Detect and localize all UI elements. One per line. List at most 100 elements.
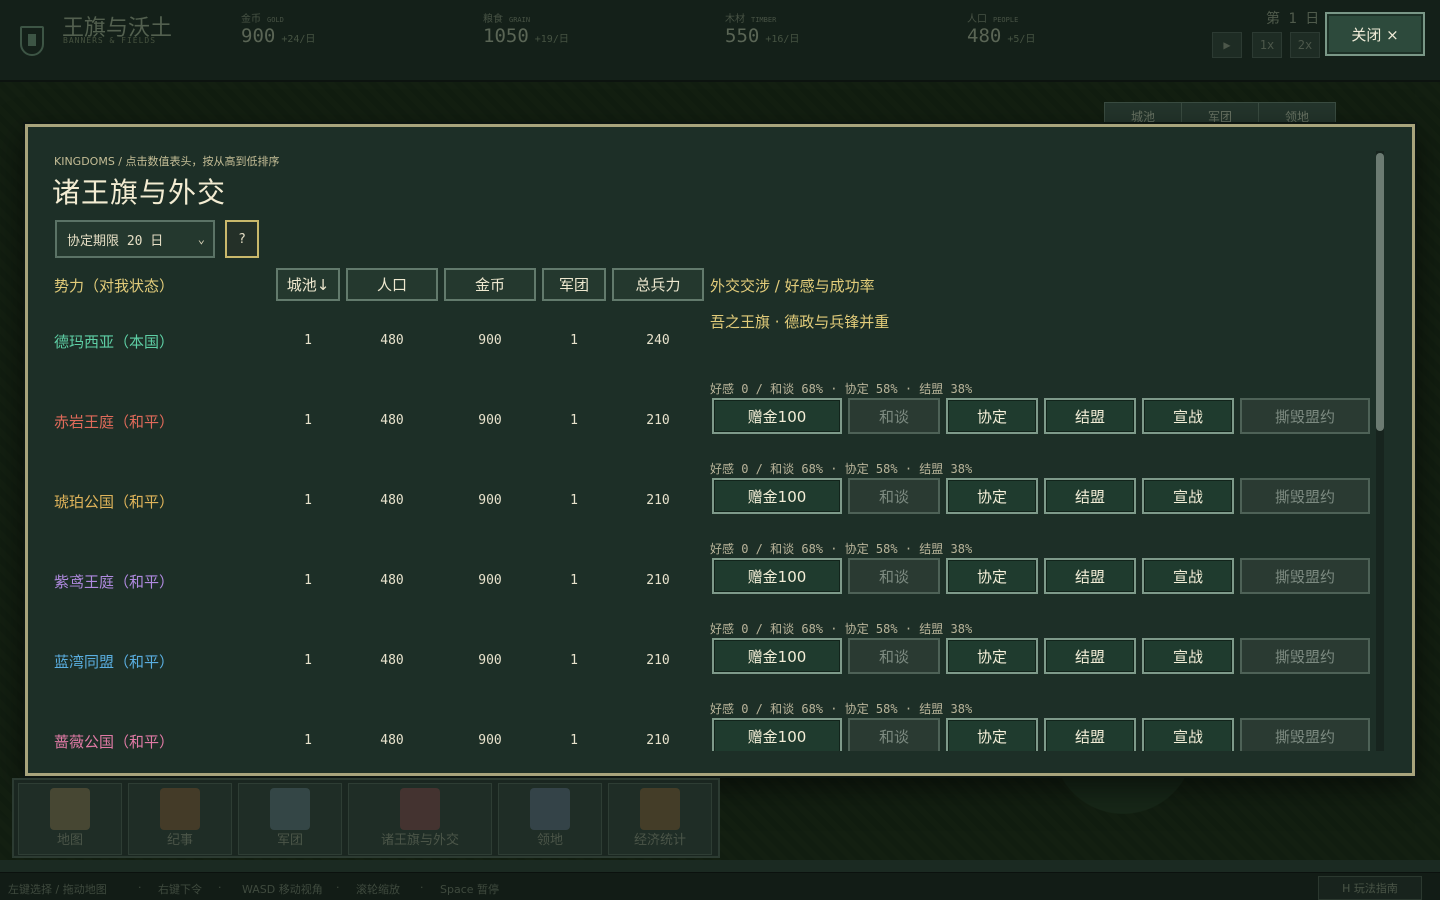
gold-cell: 900 bbox=[478, 573, 502, 588]
resource-rate: +5/日 bbox=[1007, 34, 1036, 45]
nav-item-coins[interactable]: 经济统计 bbox=[608, 783, 712, 855]
resource-gold: 金币 GOLD 900 +24/日 bbox=[241, 10, 315, 47]
treaty-button[interactable]: 协定 bbox=[946, 638, 1038, 674]
sort-population-button[interactable]: 人口 bbox=[346, 268, 438, 301]
favor-odds-text: 好感 0 / 和谈 68% · 协定 58% · 结盟 38% bbox=[710, 702, 973, 716]
resource-value: 550 bbox=[725, 25, 760, 47]
nav-item-book[interactable]: 纪事 bbox=[128, 783, 232, 855]
resource-label: 人口 bbox=[967, 14, 987, 25]
declare-war-button[interactable]: 宣战 bbox=[1142, 478, 1234, 514]
play-button[interactable]: ▶ bbox=[1212, 32, 1242, 58]
treaty-button[interactable]: 协定 bbox=[946, 398, 1038, 434]
resource-en: GOLD bbox=[267, 16, 284, 24]
top-hud: 王旗与沃土 BANNERS & FIELDS 金币 GOLD 900 +24/日 粮… bbox=[0, 0, 1440, 82]
troops-cell: 210 bbox=[646, 653, 670, 668]
breadcrumb: KINGDOMS / 点击数值表头，按从高到低排序 bbox=[54, 155, 280, 168]
gift-gold-button[interactable]: 赠金100 bbox=[712, 398, 842, 434]
sort-troops-button[interactable]: 总兵力 bbox=[612, 268, 704, 301]
resource-label: 木材 bbox=[725, 14, 745, 25]
control-hint: Space 暂停 bbox=[440, 883, 500, 896]
peace-talk-button[interactable]: 和谈 bbox=[848, 638, 940, 674]
break-alliance-button[interactable]: 撕毁盟约 bbox=[1240, 478, 1370, 514]
helmet-icon bbox=[270, 788, 310, 830]
gold-cell: 900 bbox=[478, 413, 502, 428]
diplomacy-column-header: 外交交涉 / 好感与成功率 bbox=[710, 277, 875, 295]
peace-talk-button[interactable]: 和谈 bbox=[848, 398, 940, 434]
legions-cell: 1 bbox=[570, 493, 578, 508]
alliance-button[interactable]: 结盟 bbox=[1044, 398, 1136, 434]
hint-separator: · bbox=[218, 881, 222, 894]
shield-logo-icon bbox=[20, 26, 44, 56]
population-cell: 480 bbox=[380, 573, 404, 588]
resource-en: PEOPLE bbox=[993, 16, 1019, 24]
declare-war-button[interactable]: 宣战 bbox=[1142, 398, 1234, 434]
treaty-button[interactable]: 协定 bbox=[946, 478, 1038, 514]
coins-icon bbox=[640, 788, 680, 830]
guide-button[interactable]: H 玩法指南 bbox=[1318, 876, 1422, 900]
speed-1x-button[interactable]: 1x bbox=[1252, 32, 1282, 58]
alliance-button[interactable]: 结盟 bbox=[1044, 478, 1136, 514]
help-button[interactable]: ? bbox=[225, 220, 259, 258]
gift-gold-button[interactable]: 赠金100 bbox=[712, 478, 842, 514]
peace-talk-button[interactable]: 和谈 bbox=[848, 718, 940, 751]
resource-en: TIMBER bbox=[751, 16, 777, 24]
gift-gold-button[interactable]: 赠金100 bbox=[712, 638, 842, 674]
resource-value: 1050 bbox=[483, 25, 529, 47]
troops-cell: 210 bbox=[646, 493, 670, 508]
faction-row: 紫鸢王庭（和平） 1 480 900 1 210 好感 0 / 和谈 68% · 协定 58… bbox=[28, 542, 1412, 627]
faction-name: 蓝湾同盟（和平） bbox=[54, 653, 175, 671]
nav-label: 经济统计 bbox=[633, 833, 686, 848]
alliance-button[interactable]: 结盟 bbox=[1044, 558, 1136, 594]
break-alliance-button[interactable]: 撕毁盟约 bbox=[1240, 398, 1370, 434]
peace-talk-button[interactable]: 和谈 bbox=[848, 478, 940, 514]
favor-odds-text: 好感 0 / 和谈 68% · 协定 58% · 结盟 38% bbox=[710, 462, 973, 476]
sort-legions-button[interactable]: 军团 bbox=[542, 268, 606, 301]
faction-name: 赤岩王庭（和平） bbox=[54, 413, 175, 431]
control-hint: 左键选择 / 拖动地图 bbox=[8, 883, 107, 896]
control-hint: WASD 移动视角 bbox=[242, 883, 323, 896]
castle-icon bbox=[530, 788, 570, 830]
treaty-button[interactable]: 协定 bbox=[946, 558, 1038, 594]
resource-rate: +24/日 bbox=[281, 34, 316, 45]
break-alliance-button[interactable]: 撕毁盟约 bbox=[1240, 638, 1370, 674]
faction-column-header: 势力（对我状态） bbox=[54, 277, 175, 295]
resource-value: 480 bbox=[967, 25, 1002, 47]
population-cell: 480 bbox=[380, 493, 404, 508]
nav-item-castle[interactable]: 领地 bbox=[498, 783, 602, 855]
close-button[interactable]: 关闭 × bbox=[1325, 12, 1425, 56]
alliance-button[interactable]: 结盟 bbox=[1044, 718, 1136, 751]
speed-2x-button[interactable]: 2x bbox=[1290, 32, 1320, 58]
legions-cell: 1 bbox=[570, 653, 578, 668]
declare-war-button[interactable]: 宣战 bbox=[1142, 558, 1234, 594]
population-cell: 480 bbox=[380, 733, 404, 748]
break-alliance-button[interactable]: 撕毁盟约 bbox=[1240, 718, 1370, 751]
resource-grain: 粮食 GRAIN 1050 +19/日 bbox=[483, 10, 569, 47]
nav-label: 领地 bbox=[536, 833, 563, 848]
nav-item-banners[interactable]: 诸王旗与外交 bbox=[348, 783, 492, 855]
legions-cell: 1 bbox=[570, 733, 578, 748]
sort-cities-button[interactable]: 城池↓ bbox=[276, 268, 340, 301]
cities-cell: 1 bbox=[304, 573, 312, 588]
gift-gold-button[interactable]: 赠金100 bbox=[712, 558, 842, 594]
nav-item-helmet[interactable]: 军团 bbox=[238, 783, 342, 855]
treaty-term-select[interactable]: 协定期限 20 日 ⌄ bbox=[55, 220, 215, 258]
resource-en: GRAIN bbox=[509, 16, 531, 24]
treaty-button[interactable]: 协定 bbox=[946, 718, 1038, 751]
nav-item-map[interactable]: 地图 bbox=[18, 783, 122, 855]
declare-war-button[interactable]: 宣战 bbox=[1142, 718, 1234, 751]
hint-separator: · bbox=[420, 881, 424, 894]
break-alliance-button[interactable]: 撕毁盟约 bbox=[1240, 558, 1370, 594]
sort-gold-button[interactable]: 金币 bbox=[444, 268, 536, 301]
gift-gold-button[interactable]: 赠金100 bbox=[712, 718, 842, 751]
resource-label: 金币 bbox=[241, 14, 261, 25]
control-hint: 滚轮缩放 bbox=[356, 883, 400, 896]
status-bar: 左键选择 / 拖动地图 · 右键下令 · WASD 移动视角 · 滚轮缩放 · Space 暂停 bbox=[0, 872, 1440, 900]
scrollbar-thumb[interactable] bbox=[1376, 153, 1384, 431]
bottom-nav: 地图 纪事 军团 诸王旗与外交 领地 经济统计 bbox=[12, 778, 720, 858]
hint-separator: · bbox=[138, 881, 142, 894]
peace-talk-button[interactable]: 和谈 bbox=[848, 558, 940, 594]
faction-name: 琥珀公国（和平） bbox=[54, 493, 175, 511]
legions-cell: 1 bbox=[570, 573, 578, 588]
alliance-button[interactable]: 结盟 bbox=[1044, 638, 1136, 674]
declare-war-button[interactable]: 宣战 bbox=[1142, 638, 1234, 674]
